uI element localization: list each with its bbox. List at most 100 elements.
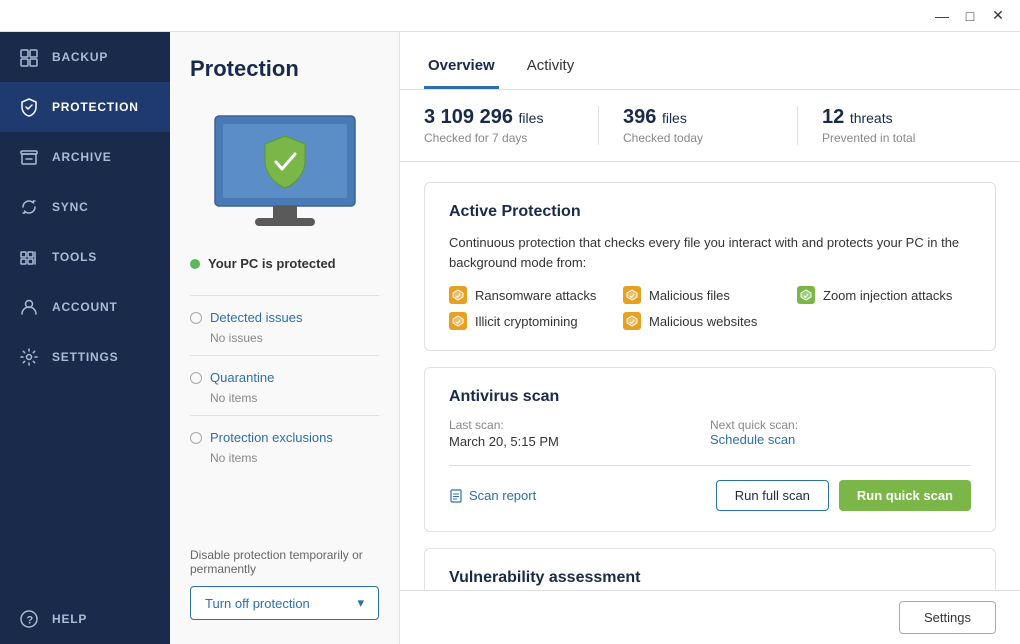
detected-issues-item: Detected issues — [190, 306, 379, 329]
stat-label-2: Prevented in total — [822, 131, 972, 145]
scan-report-label: Scan report — [469, 488, 536, 503]
ransomware-label: Ransomware attacks — [475, 288, 596, 303]
protection-exclusions-group: Protection exclusions No items — [190, 415, 379, 475]
antivirus-scan-card: Antivirus scan Last scan: March 20, 5:15… — [424, 367, 996, 532]
disable-text: Disable protection temporarily or perman… — [190, 548, 379, 576]
content-panel: Protection — [170, 32, 400, 644]
schedule-scan-link[interactable]: Schedule scan — [710, 432, 971, 447]
sync-icon — [18, 196, 40, 218]
stat-threats: 12 threats Prevented in total — [797, 106, 996, 145]
settings-button[interactable]: Settings — [899, 601, 996, 634]
quarantine-link[interactable]: Quarantine — [210, 370, 274, 385]
active-protection-title: Active Protection — [449, 203, 971, 221]
last-scan-col: Last scan: March 20, 5:15 PM — [449, 418, 710, 449]
cards-area: Active Protection Continuous protection … — [400, 162, 1020, 590]
sidebar-item-tools[interactable]: Tools — [0, 232, 170, 282]
bottom-bar: Settings — [400, 590, 1020, 644]
vulnerability-assessment-card: Vulnerability assessment Last scan: Marc… — [424, 548, 996, 590]
last-scan-value: March 20, 5:15 PM — [449, 434, 710, 449]
status-text: Your PC is protected — [208, 256, 336, 271]
next-scan-col: Next quick scan: Schedule scan — [710, 418, 971, 449]
tools-icon — [18, 246, 40, 268]
active-protection-desc: Continuous protection that checks every … — [449, 233, 971, 272]
scan-report-link[interactable]: Scan report — [449, 488, 536, 503]
stat-label-1: Checked today — [623, 131, 773, 145]
feature-zoom-injection: Zoom injection attacks — [797, 286, 971, 304]
minimize-button[interactable]: — — [928, 2, 956, 30]
detected-issues-link[interactable]: Detected issues — [210, 310, 303, 325]
vulnerability-assessment-title: Vulnerability assessment — [449, 569, 971, 587]
active-protection-card: Active Protection Continuous protection … — [424, 182, 996, 351]
status-dot — [190, 259, 200, 269]
detected-issues-group: Detected issues No issues — [190, 295, 379, 355]
sidebar-label-sync: Sync — [52, 200, 89, 214]
tabs-bar: Overview Activity — [400, 32, 1020, 90]
zoom-injection-label: Zoom injection attacks — [823, 288, 952, 303]
sidebar-label-protection: Protection — [52, 100, 139, 114]
sidebar-label-help: Help — [52, 612, 87, 626]
monitor-graphic — [190, 106, 379, 236]
sidebar-item-settings[interactable]: Settings — [0, 332, 170, 382]
feature-malicious-websites: Malicious websites — [623, 312, 797, 330]
stat-files-today: 396 files Checked today — [598, 106, 797, 145]
stats-bar: 3 109 296 files Checked for 7 days 396 f… — [400, 90, 1020, 162]
quarantine-circle — [190, 372, 202, 384]
protection-exclusions-item: Protection exclusions — [190, 426, 379, 449]
zoom-injection-icon — [797, 286, 815, 304]
close-button[interactable]: ✕ — [984, 2, 1012, 30]
run-full-scan-button[interactable]: Run full scan — [716, 480, 829, 511]
tab-activity[interactable]: Activity — [523, 57, 579, 89]
chevron-down-icon: ▾ — [357, 595, 364, 611]
sidebar-bottom: ? Help — [0, 594, 170, 644]
settings-icon — [18, 346, 40, 368]
quarantine-sub: No items — [190, 391, 379, 405]
sidebar-item-backup[interactable]: Backup — [0, 32, 170, 82]
svg-text:?: ? — [27, 615, 34, 627]
sidebar-item-archive[interactable]: Archive — [0, 132, 170, 182]
cryptomining-label: Illicit cryptomining — [475, 314, 578, 329]
sidebar-label-settings: Settings — [52, 350, 118, 364]
protection-exclusions-circle — [190, 432, 202, 444]
archive-icon — [18, 146, 40, 168]
detected-issues-circle — [190, 312, 202, 324]
sidebar: Backup Protection — [0, 32, 170, 644]
title-bar: — □ ✕ — [0, 0, 1020, 32]
stat-number-2: 12 threats — [822, 106, 972, 129]
backup-icon — [18, 46, 40, 68]
run-quick-scan-button[interactable]: Run quick scan — [839, 480, 971, 511]
antivirus-scan-title: Antivirus scan — [449, 388, 971, 406]
malicious-websites-label: Malicious websites — [649, 314, 757, 329]
sidebar-links: Detected issues No issues Quarantine No … — [190, 295, 379, 475]
scan-report-icon — [449, 489, 463, 503]
malicious-websites-icon — [623, 312, 641, 330]
protection-exclusions-link[interactable]: Protection exclusions — [210, 430, 333, 445]
app-window: — □ ✕ Backup — [0, 0, 1020, 644]
detected-issues-sub: No issues — [190, 331, 379, 345]
sidebar-item-sync[interactable]: Sync — [0, 182, 170, 232]
sidebar-item-help[interactable]: ? Help — [0, 594, 170, 644]
turn-off-label: Turn off protection — [205, 596, 310, 611]
scan-buttons: Run full scan Run quick scan — [716, 480, 971, 511]
stat-number-0: 3 109 296 files — [424, 106, 574, 129]
feature-cryptomining: Illicit cryptomining — [449, 312, 623, 330]
sidebar-label-tools: Tools — [52, 250, 97, 264]
panel-title: Protection — [190, 56, 379, 82]
app-body: Backup Protection — [0, 32, 1020, 644]
sidebar-item-account[interactable]: Account — [0, 282, 170, 332]
maximize-button[interactable]: □ — [956, 2, 984, 30]
malicious-files-icon — [623, 286, 641, 304]
quarantine-item: Quarantine — [190, 366, 379, 389]
last-scan-label: Last scan: — [449, 418, 710, 432]
stat-label-0: Checked for 7 days — [424, 131, 574, 145]
turn-off-button[interactable]: Turn off protection ▾ — [190, 586, 379, 620]
account-icon — [18, 296, 40, 318]
features-grid: Ransomware attacks Malicious files — [449, 286, 971, 330]
tab-overview[interactable]: Overview — [424, 57, 499, 89]
scan-info: Last scan: March 20, 5:15 PM Next quick … — [449, 418, 971, 449]
help-icon: ? — [18, 608, 40, 630]
main-area: Overview Activity 3 109 296 files Checke… — [400, 32, 1020, 644]
sidebar-item-protection[interactable]: Protection — [0, 82, 170, 132]
next-scan-label: Next quick scan: — [710, 418, 971, 432]
protection-exclusions-sub: No items — [190, 451, 379, 465]
stat-files-7days: 3 109 296 files Checked for 7 days — [424, 106, 598, 145]
